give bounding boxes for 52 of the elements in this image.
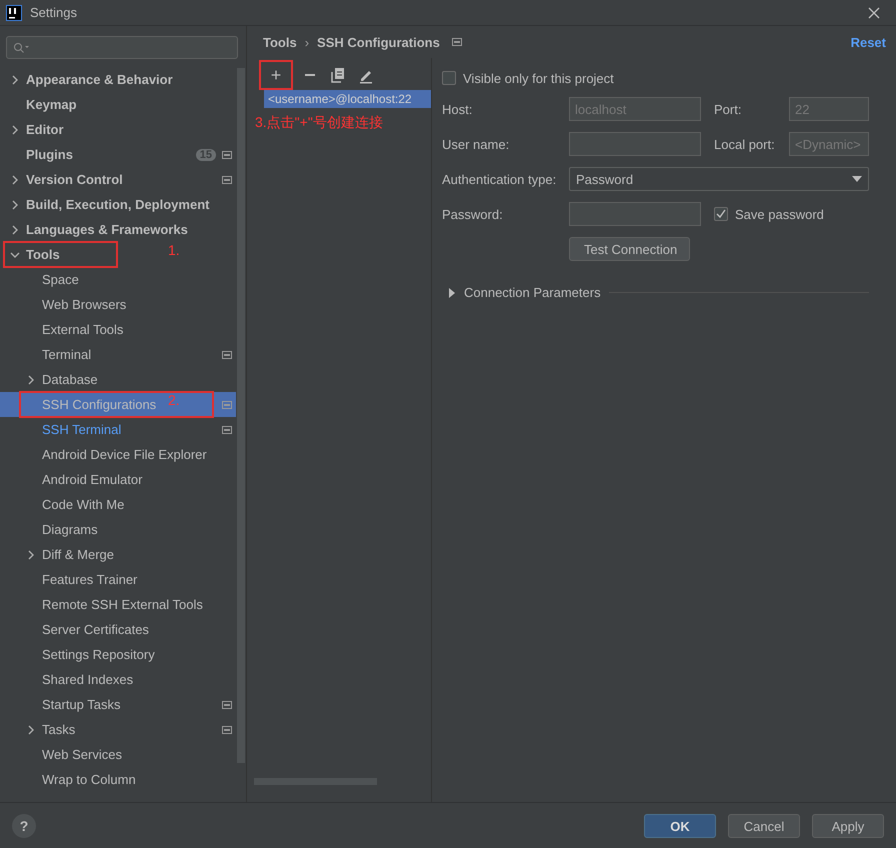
tree-item[interactable]: Editor bbox=[0, 117, 236, 142]
field-label: Port: bbox=[714, 102, 742, 116]
tree-item[interactable]: Code With Me bbox=[0, 492, 236, 517]
field-label: Host: bbox=[442, 102, 474, 116]
dialog-button[interactable]: OK bbox=[644, 814, 716, 838]
checkbox-label: Visible only for this project bbox=[463, 70, 614, 86]
tree-item[interactable]: Languages & Frameworks bbox=[0, 217, 236, 242]
tree-item[interactable]: Space bbox=[0, 267, 236, 292]
window-title: Settings bbox=[30, 5, 77, 20]
help-button[interactable]: ? bbox=[12, 814, 36, 838]
field-label: User name: bbox=[442, 136, 510, 152]
tree-item[interactable]: Features Trainer bbox=[0, 567, 236, 592]
reset-link[interactable]: Reset bbox=[850, 34, 886, 50]
section-title[interactable]: Connection Parameters bbox=[464, 285, 601, 300]
dialog-button[interactable]: Apply bbox=[812, 814, 884, 838]
tree-item[interactable]: Appearance & Behavior bbox=[0, 67, 236, 92]
annotation-label: 2. bbox=[168, 392, 180, 408]
breadcrumb-separator: › bbox=[304, 34, 310, 50]
tree-item[interactable]: Web Browsers bbox=[0, 292, 236, 317]
tree-item[interactable]: Startup Tasks bbox=[0, 692, 236, 717]
tree-item[interactable]: Keymap bbox=[0, 92, 236, 117]
annotation-label: 1. bbox=[168, 242, 180, 258]
tree-item[interactable]: Diff & Merge bbox=[0, 542, 236, 567]
tree-item[interactable]: Diagrams bbox=[0, 517, 236, 542]
tree-item[interactable]: Web Services bbox=[0, 742, 236, 767]
dialog-button[interactable]: Cancel bbox=[728, 814, 800, 838]
tree-item[interactable]: Shared Indexes bbox=[0, 667, 236, 692]
tree-item[interactable]: Settings Repository bbox=[0, 642, 236, 667]
tree-item[interactable]: Android Device File Explorer bbox=[0, 442, 236, 467]
tree-item[interactable]: Tasks bbox=[0, 717, 236, 742]
tree-item[interactable]: Version Control bbox=[0, 167, 236, 192]
tree-item[interactable]: Remote SSH External Tools bbox=[0, 592, 236, 617]
tree-item[interactable]: Terminal bbox=[0, 342, 236, 367]
config-item[interactable]: <username>@localhost:22 bbox=[264, 90, 431, 108]
breadcrumb-item: Tools bbox=[263, 34, 297, 50]
add-button[interactable]: + bbox=[259, 60, 293, 90]
breadcrumb-item: SSH Configurations bbox=[317, 34, 440, 50]
auth-type-dropdown[interactable]: Password bbox=[569, 167, 869, 191]
test-connection-button[interactable]: Test Connection bbox=[569, 237, 690, 261]
annotation-label: 3.点击"+"号创建连接 bbox=[255, 114, 384, 132]
tree-item[interactable]: Database bbox=[0, 367, 236, 392]
tree-item[interactable]: Tools 1. bbox=[0, 242, 236, 267]
field-label: Local port: bbox=[714, 136, 776, 152]
field-label: Password: bbox=[442, 206, 504, 222]
tree-item[interactable]: Wrap to Column bbox=[0, 767, 236, 792]
tree-item[interactable]: SSH Terminal bbox=[0, 417, 236, 442]
tree-item[interactable]: Build, Execution, Deployment bbox=[0, 192, 236, 217]
field-label: Authentication type: bbox=[442, 172, 558, 186]
tree-item[interactable]: External Tools bbox=[0, 317, 236, 342]
checkbox-label: Save password bbox=[735, 206, 824, 222]
tree-item[interactable]: Android Emulator bbox=[0, 467, 236, 492]
tree-item[interactable]: Server Certificates bbox=[0, 617, 236, 642]
